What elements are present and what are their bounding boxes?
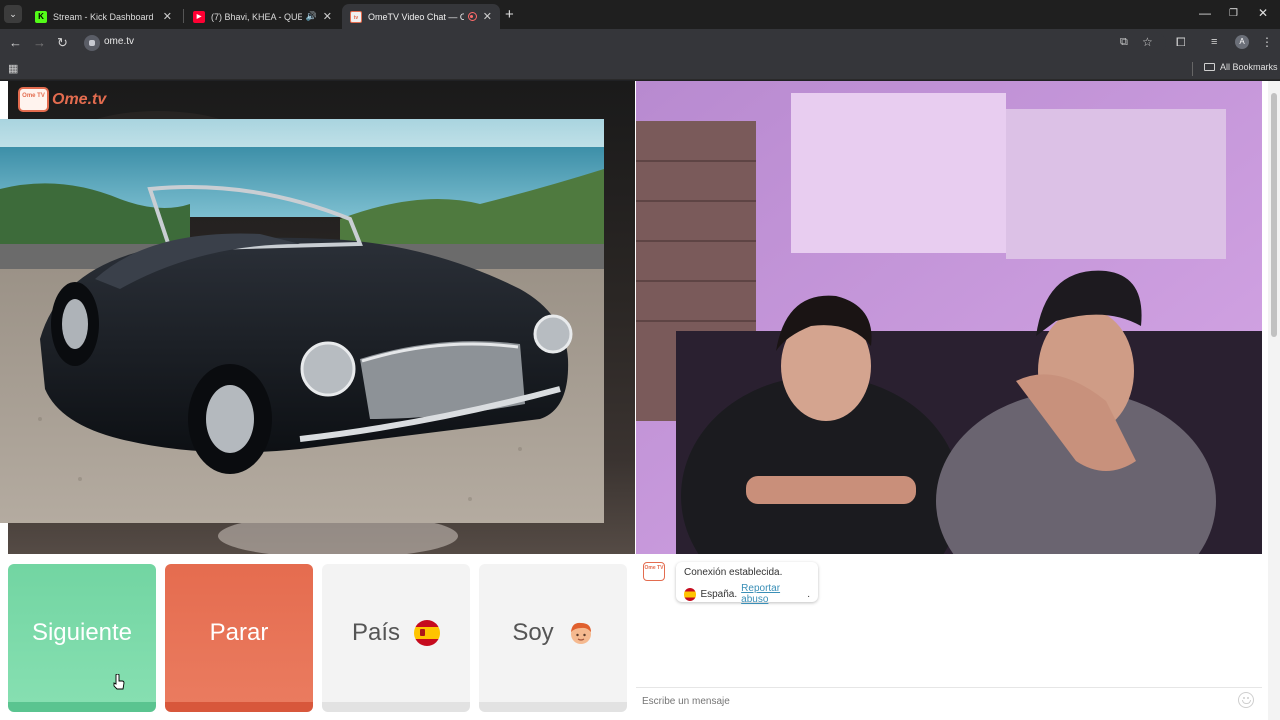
tab-kick-dashboard[interactable]: K Stream - Kick Dashboard ✕ (27, 4, 180, 29)
folder-icon (1204, 63, 1215, 71)
stranger-country: España. (700, 588, 738, 600)
close-icon[interactable]: ✕ (483, 10, 492, 23)
country-button[interactable]: País (322, 564, 470, 712)
stranger-camera-feed (636, 81, 1262, 554)
window-close-icon[interactable]: ✕ (1258, 6, 1268, 20)
bookmark-star-icon[interactable]: ☆ (1142, 35, 1153, 49)
spain-flag-icon (684, 587, 697, 601)
spain-flag-icon (414, 620, 441, 646)
media-controls-icon[interactable]: ≡ (1211, 36, 1217, 48)
close-icon[interactable]: ✕ (323, 10, 332, 23)
browser-toolbar: ← → ↻ ome.tv ⧉ ☆ ⧠ ≡ ⋮ (0, 29, 1280, 58)
ometv-chat-avatar: Ome TV (643, 562, 665, 581)
back-arrow-icon[interactable]: ← (9, 35, 22, 50)
close-icon[interactable]: ✕ (163, 10, 172, 23)
message-input[interactable] (642, 694, 1222, 708)
new-tab-plus-icon[interactable]: + (505, 6, 514, 23)
boy-avatar-icon (570, 622, 591, 644)
apps-grid-icon[interactable]: ▦ (8, 62, 18, 75)
all-bookmarks-button[interactable]: All Bookmarks (1204, 62, 1278, 72)
stop-button[interactable]: Parar (165, 564, 313, 712)
system-message: Conexión establecida. España. Reportar a… (676, 562, 818, 605)
ometv-icon: tv (350, 10, 362, 23)
restore-icon[interactable]: ❐ (1229, 8, 1238, 19)
gender-button[interactable]: Soy (479, 564, 627, 712)
profile-avatar[interactable]: A (1235, 35, 1249, 49)
reload-icon[interactable]: ↻ (57, 35, 68, 51)
menu-kebab-icon[interactable]: ⋮ (1261, 35, 1273, 49)
next-button[interactable]: Siguiente (8, 564, 156, 712)
address-bar[interactable]: ome.tv (80, 32, 1166, 54)
recording-icon (467, 12, 477, 21)
speaker-icon[interactable]: 🔊 (306, 11, 317, 22)
tab-strip: ⌄ K Stream - Kick Dashboard ✕ ▶ (7) Bhav… (0, 0, 1280, 29)
report-abuse-link[interactable]: Reportar abuso (741, 583, 807, 605)
tab-youtube[interactable]: ▶ (7) Bhavi, KHEA - QUE PASO 🔊 ✕ (185, 4, 340, 29)
ometv-logo[interactable]: Ome TV Ome.tv (18, 87, 106, 112)
kick-icon: K (35, 10, 47, 23)
scrollbar[interactable] (1268, 81, 1280, 720)
mouse-cursor-icon (113, 674, 125, 690)
emoji-picker-icon[interactable] (1238, 692, 1254, 708)
tab-ometv[interactable]: tv OmeTV Video Chat — Omegle ✕ (342, 4, 500, 29)
connection-status: Conexión establecida. (684, 567, 783, 578)
tab-search-chevron-icon[interactable]: ⌄ (4, 5, 22, 23)
chat-panel: Ome TV Conexión establecida. España. Rep… (636, 556, 1262, 713)
bookmarks-bar: ▦ All Bookmarks (0, 58, 1280, 80)
site-info-icon[interactable] (84, 35, 100, 51)
extensions-puzzle-icon[interactable]: ⧠ (1176, 35, 1186, 50)
forward-arrow-icon[interactable]: → (33, 35, 46, 50)
url-text: ome.tv (104, 36, 135, 47)
cast-install-icon[interactable]: ⧉ (1120, 36, 1128, 49)
minimize-icon[interactable]: — (1199, 6, 1211, 20)
stranger-video (636, 81, 1262, 554)
scrollbar-thumb[interactable] (1271, 93, 1277, 337)
youtube-icon: ▶ (193, 10, 205, 23)
car-photo (0, 119, 604, 523)
